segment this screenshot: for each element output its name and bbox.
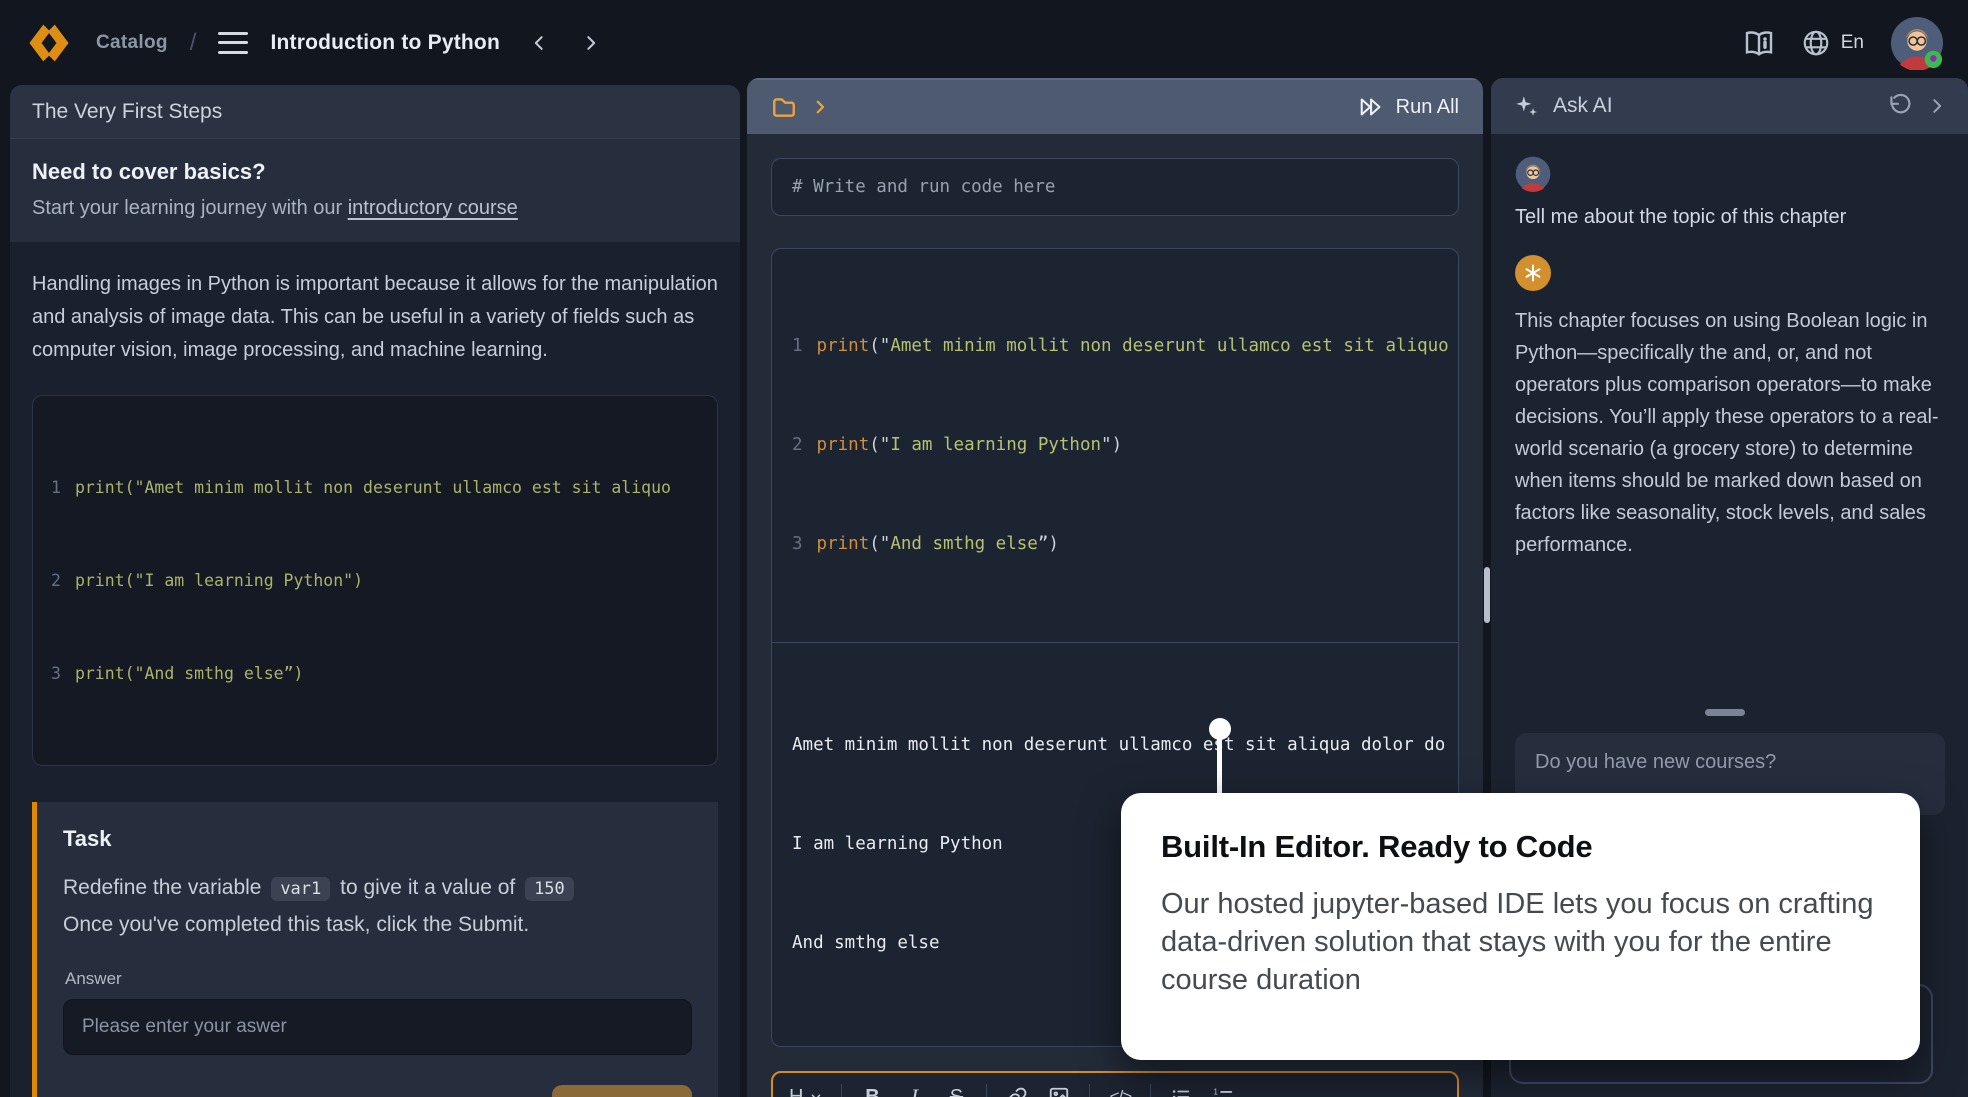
topbar: Catalog / Introduction to Python [0,0,1968,85]
lesson-title: The Very First Steps [10,85,740,139]
reset-chat-button[interactable] [1886,93,1912,119]
breadcrumb-catalog[interactable]: Catalog [96,32,168,54]
chevron-right-icon [1926,96,1946,116]
svg-text:1: 1 [1214,1088,1219,1097]
ai-response: This chapter focuses on using Boolean lo… [1515,305,1944,561]
language-label[interactable]: En [1841,32,1864,54]
chat-resize-handle[interactable] [1705,709,1745,716]
user-message-avatar [1515,156,1551,192]
task-instruction-2: Once you've completed this task, click t… [63,907,692,943]
bullet-list-button[interactable] [1169,1082,1193,1097]
ask-ai-header: Ask AI [1491,78,1968,134]
chevron-down-icon [809,1090,823,1097]
user-message: Tell me about the topic of this chapter [1515,206,1944,229]
basics-title: Need to cover basics? [32,159,718,185]
bold-button[interactable]: B [860,1082,884,1097]
run-all-label: Run All [1396,96,1459,119]
user-avatar[interactable] [1890,16,1944,70]
lesson-paragraph: Handling images in Python is important b… [32,268,718,367]
language-globe-icon[interactable] [1801,28,1831,58]
code-line: 2print("I am learning Python") [792,429,1438,462]
introductory-course-link[interactable]: introductory course [348,197,518,219]
rte-toolbar: H B I S [773,1073,1457,1097]
glossary-book-icon[interactable] [1743,27,1775,59]
sparkles-icon [1513,93,1539,119]
code-line: 2print("I am learning Python") [51,565,699,596]
rich-text-editor: H B I S [771,1071,1459,1097]
image-icon [1048,1086,1070,1097]
scratch-cell[interactable]: # Write and run code here [771,158,1459,216]
chapters-menu-icon[interactable] [218,32,248,54]
var-chip: var1 [271,877,330,901]
image-button[interactable] [1047,1082,1071,1097]
ask-ai-title: Ask AI [1553,94,1613,118]
tooltip-title: Built-In Editor. Ready to Code [1161,829,1880,865]
task-title: Task [63,826,692,852]
lesson-panel: The Very First Steps Need to cover basic… [10,85,740,1097]
collapse-panel-button[interactable] [1926,96,1946,116]
course-title: Introduction to Python [270,31,500,55]
numbered-list-button[interactable]: 1 2 [1211,1082,1235,1097]
tooltip-body: Our hosted jupyter-based IDE lets you fo… [1161,885,1880,999]
code-line: 3print("And smthg else”) [51,658,699,689]
code-button[interactable]: </> [1108,1082,1132,1097]
chat-thread: Tell me about the topic of this chapter … [1491,134,1968,561]
link-icon [1006,1086,1028,1097]
breadcrumb-separator: / [190,29,197,57]
chevron-right-icon [580,33,600,53]
walkthrough-tooltip: Built-In Editor. Ready to Code Our hoste… [1121,793,1920,1060]
run-all-icon [1358,95,1386,119]
strikethrough-button[interactable]: S [944,1082,968,1097]
code-line: 1print("Amet minim mollit non deserunt u… [792,330,1438,363]
folder-icon[interactable] [771,94,797,120]
lesson-code-block: 1print("Amet minim mollit non deserunt u… [32,395,718,766]
brand-logo-icon[interactable] [26,20,72,66]
task-instruction: Redefine the variable var1 to give it a … [63,870,692,907]
run-all-button[interactable]: Run All [1358,95,1459,119]
basics-text: Start your learning journey with our [32,197,348,219]
bullet-list-icon [1170,1086,1192,1097]
link-button[interactable] [1005,1082,1029,1097]
code-line: 3print("And smthg else”) [792,528,1438,561]
code-line: 1print("Amet minim mollit non deserunt u… [51,472,699,503]
prev-chapter-button[interactable] [530,33,550,53]
tooltip-anchor-dot [1209,718,1231,740]
chevron-left-icon [530,33,550,53]
ai-logo-icon [1523,263,1543,283]
numbered-list-icon: 1 2 [1212,1086,1234,1097]
heading-button[interactable]: H [789,1082,823,1097]
italic-button[interactable]: I [902,1082,926,1097]
scrollbar-thumb[interactable] [1484,567,1490,623]
editor-toolbar: Run All [747,78,1483,134]
expand-files-chevron-icon[interactable] [811,98,829,116]
refresh-icon [1886,93,1912,119]
value-chip: 150 [525,877,574,901]
basics-banner: Need to cover basics? Start your learnin… [10,139,740,242]
tooltip-connector-line [1217,736,1222,798]
answer-input[interactable] [63,999,692,1055]
next-chapter-button[interactable] [580,33,600,53]
task-card: Task Redefine the variable var1 to give … [32,802,718,1097]
app-root: Catalog / Introduction to Python [0,0,1968,1097]
answer-label: Answer [65,969,692,989]
ai-assistant-avatar [1515,255,1551,291]
submit-button[interactable]: Submit [552,1085,692,1097]
